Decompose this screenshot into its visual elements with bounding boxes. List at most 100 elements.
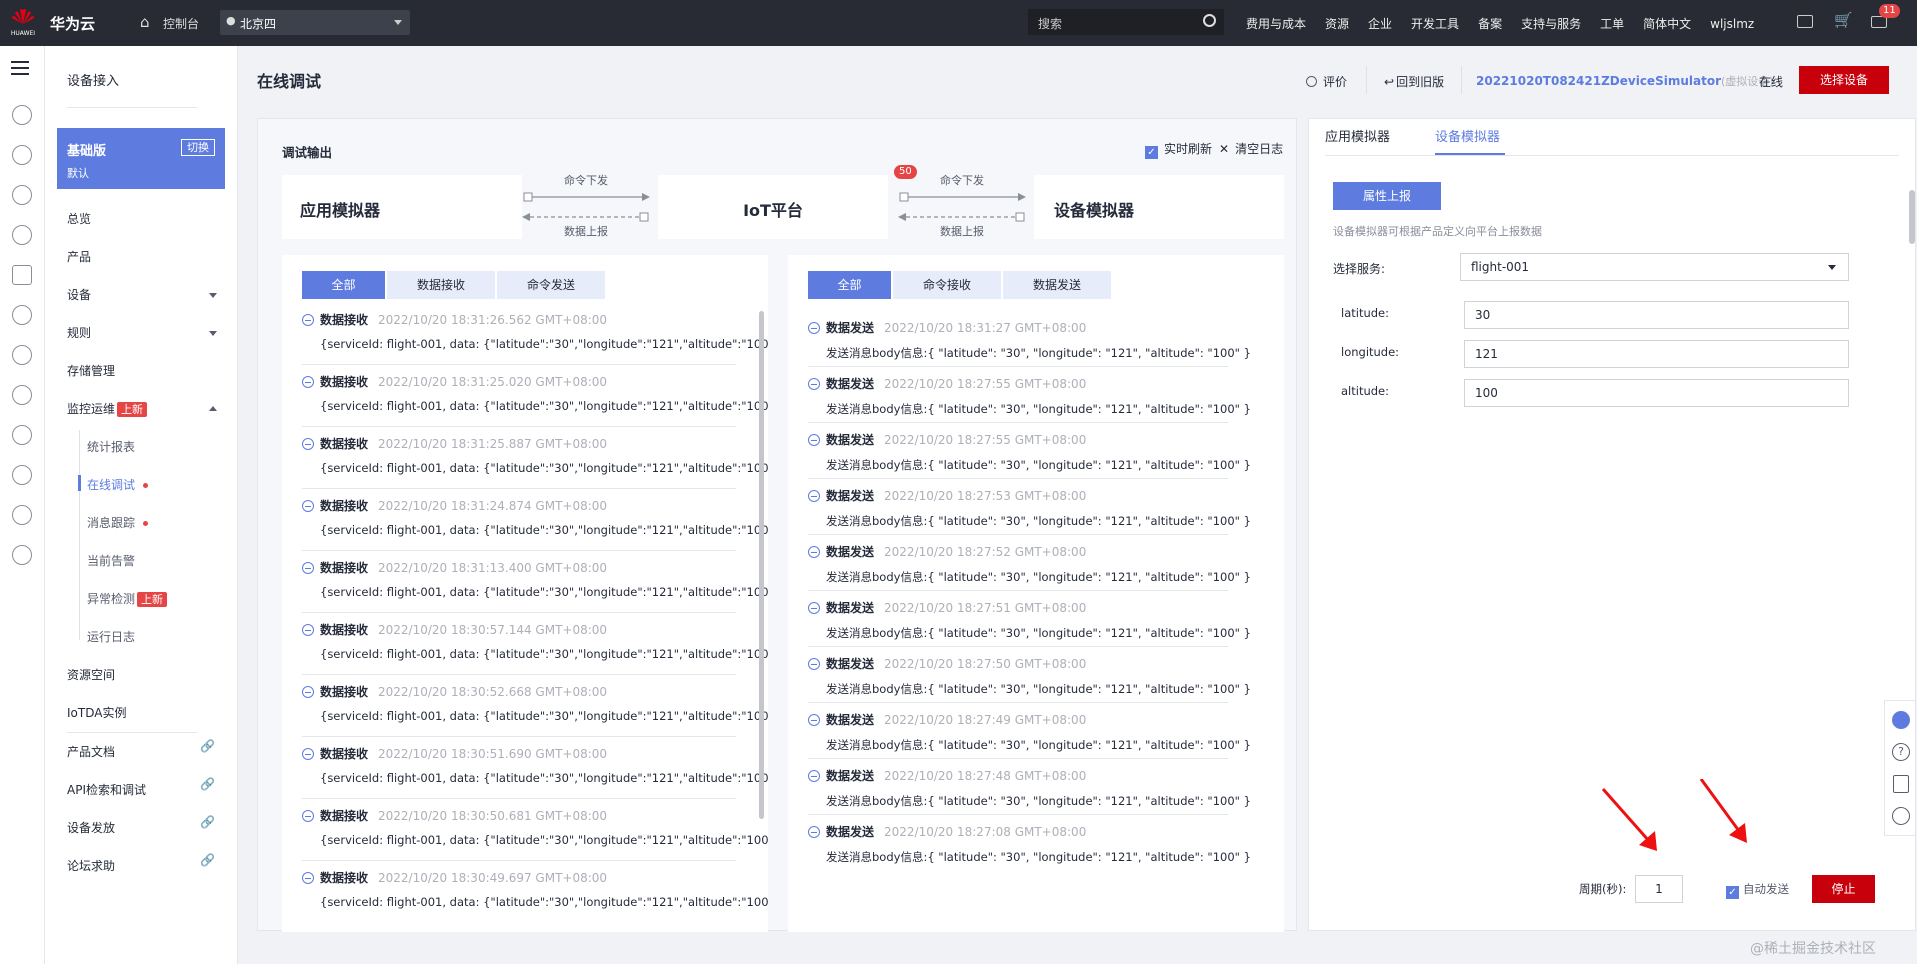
top-menu-item[interactable]: 企业 <box>1368 17 1392 31</box>
collapse-icon[interactable] <box>302 810 314 822</box>
edition-switch-button[interactable]: 切换 <box>181 139 215 156</box>
feedback-icon[interactable] <box>1892 807 1910 825</box>
nav-monitoring[interactable]: 监控运维 上新 <box>67 400 148 417</box>
top-menu-item[interactable]: 资源 <box>1325 17 1349 31</box>
tab-device-simulator[interactable]: 设备模拟器 <box>1435 126 1500 145</box>
select-device-button[interactable]: 选择设备 <box>1799 66 1889 94</box>
nav-run-log[interactable]: 运行日志 <box>87 628 135 645</box>
help-icon[interactable]: ? <box>1892 743 1910 761</box>
brand-name[interactable]: 华为云 <box>50 13 95 34</box>
nav-current-alarm[interactable]: 当前告警 <box>87 552 135 569</box>
property-report-button[interactable]: 属性上报 <box>1333 182 1441 210</box>
tab-all[interactable]: 全部 <box>808 271 891 299</box>
longitude-input[interactable]: 121 <box>1464 340 1849 368</box>
collapse-icon[interactable] <box>808 770 820 782</box>
cloud-sync-icon[interactable] <box>12 385 32 405</box>
top-menu-item[interactable]: wljslmz <box>1710 17 1754 31</box>
customer-service-icon[interactable] <box>1892 711 1910 729</box>
database-icon[interactable] <box>12 185 32 205</box>
top-menu-item[interactable]: 开发工具 <box>1411 17 1459 31</box>
collapse-icon[interactable] <box>808 546 820 558</box>
tab-cmd-receive[interactable]: 命令接收 <box>893 271 1001 299</box>
realtime-checkbox[interactable]: ✓ 实时刷新 <box>1145 140 1212 159</box>
edition-card[interactable]: 基础版 切换 默认 <box>57 128 225 189</box>
collapse-icon[interactable] <box>808 602 820 614</box>
collapse-icon[interactable] <box>302 686 314 698</box>
rate-button[interactable]: 评价 <box>1306 73 1347 90</box>
home-icon[interactable]: ⌂ <box>140 13 150 31</box>
collapse-icon[interactable] <box>302 624 314 636</box>
tab-data-send[interactable]: 数据发送 <box>1003 271 1111 299</box>
collapse-icon[interactable] <box>808 322 820 334</box>
nav-anomaly-detect[interactable]: 异常检测 上新 <box>87 590 168 607</box>
ip-icon[interactable] <box>12 465 32 485</box>
scrollbar[interactable] <box>759 311 764 819</box>
collapse-icon[interactable] <box>302 562 314 574</box>
collapse-icon[interactable] <box>808 490 820 502</box>
page-scrollbar[interactable] <box>1909 190 1915 244</box>
device-id-link[interactable]: 20221020T082421ZDeviceSimulator(虚拟设备) <box>1476 73 1774 89</box>
collapse-icon[interactable] <box>302 314 314 326</box>
nav-rules[interactable]: 规则 <box>67 324 91 341</box>
storage-icon[interactable] <box>12 265 32 285</box>
console-link[interactable]: 控制台 <box>163 15 199 32</box>
clear-log-button[interactable]: ✕ 清空日志 <box>1219 140 1283 157</box>
cloud-server-icon[interactable] <box>12 105 32 125</box>
nav-resource-space[interactable]: 资源空间 <box>67 666 115 683</box>
latitude-input[interactable]: 30 <box>1464 301 1849 329</box>
checklist-icon[interactable] <box>1893 775 1909 793</box>
monitor-icon[interactable] <box>12 225 32 245</box>
top-menu-item[interactable]: 工单 <box>1600 17 1624 31</box>
service-select[interactable]: flight-001 <box>1460 253 1849 281</box>
nav-stats-report[interactable]: 统计报表 <box>87 438 135 455</box>
collapse-icon[interactable] <box>808 378 820 390</box>
nav-online-debug[interactable]: 在线调试 <box>87 476 149 493</box>
nav-forum[interactable]: 论坛求助 <box>67 857 115 874</box>
back-old-button[interactable]: ↩ 回到旧版 <box>1384 73 1444 90</box>
collapse-icon[interactable] <box>302 748 314 760</box>
tab-cmd-send[interactable]: 命令发送 <box>497 271 605 299</box>
region-select[interactable]: ● 北京四 <box>220 10 410 35</box>
search-icon[interactable] <box>1203 14 1216 27</box>
cloud-more-icon[interactable] <box>12 145 32 165</box>
nav-overview[interactable]: 总览 <box>67 210 91 227</box>
collapse-icon[interactable] <box>808 434 820 446</box>
cloud-icon[interactable] <box>12 305 32 325</box>
collapse-icon[interactable] <box>302 376 314 388</box>
stop-button[interactable]: 停止 <box>1812 875 1875 903</box>
tab-app-simulator[interactable]: 应用模拟器 <box>1325 126 1390 145</box>
anchor-icon[interactable] <box>12 425 32 445</box>
collapse-icon[interactable] <box>808 658 820 670</box>
collapse-icon[interactable] <box>808 714 820 726</box>
top-menu-item[interactable]: 支持与服务 <box>1521 17 1581 31</box>
top-menu-item[interactable]: 费用与成本 <box>1246 17 1306 31</box>
cloud-upload-icon[interactable] <box>12 345 32 365</box>
huawei-logo[interactable]: HUAWEI <box>8 6 38 40</box>
auto-send-checkbox[interactable]: ✓ 自动发送 <box>1726 881 1789 899</box>
nav-product-docs[interactable]: 产品文档 <box>67 743 115 760</box>
globe-icon[interactable] <box>12 545 32 565</box>
period-input[interactable]: 1 <box>1635 875 1683 903</box>
cloud-shell-icon[interactable] <box>1797 15 1813 28</box>
nav-device[interactable]: 设备 <box>67 286 91 303</box>
cart-icon[interactable]: 🛒 <box>1834 11 1853 29</box>
tab-data-receive[interactable]: 数据接收 <box>387 271 495 299</box>
nav-device-provision[interactable]: 设备发放 <box>67 819 115 836</box>
nav-api-explorer[interactable]: API检索和调试 <box>67 781 146 798</box>
nav-storage[interactable]: 存储管理 <box>67 362 115 379</box>
collapse-icon[interactable] <box>302 500 314 512</box>
altitude-input[interactable]: 100 <box>1464 379 1849 407</box>
app-log-panel: 全部 数据接收 命令发送 数据接收 2022/10/20 18:31:26.562… <box>282 255 768 932</box>
top-menu-item[interactable]: 备案 <box>1478 17 1502 31</box>
network-icon[interactable] <box>12 505 32 525</box>
collapse-icon[interactable] <box>808 826 820 838</box>
menu-icon[interactable] <box>11 61 29 75</box>
tab-all[interactable]: 全部 <box>302 271 385 299</box>
collapse-icon[interactable] <box>302 438 314 450</box>
nav-message-trace[interactable]: 消息跟踪 <box>87 514 149 531</box>
top-menu-item[interactable]: 简体中文 <box>1643 17 1691 31</box>
collapse-icon[interactable] <box>302 872 314 884</box>
nav-product[interactable]: 产品 <box>67 248 91 265</box>
search-box[interactable]: 搜索 <box>1028 9 1224 35</box>
nav-iotda-instance[interactable]: IoTDA实例 <box>67 704 126 721</box>
